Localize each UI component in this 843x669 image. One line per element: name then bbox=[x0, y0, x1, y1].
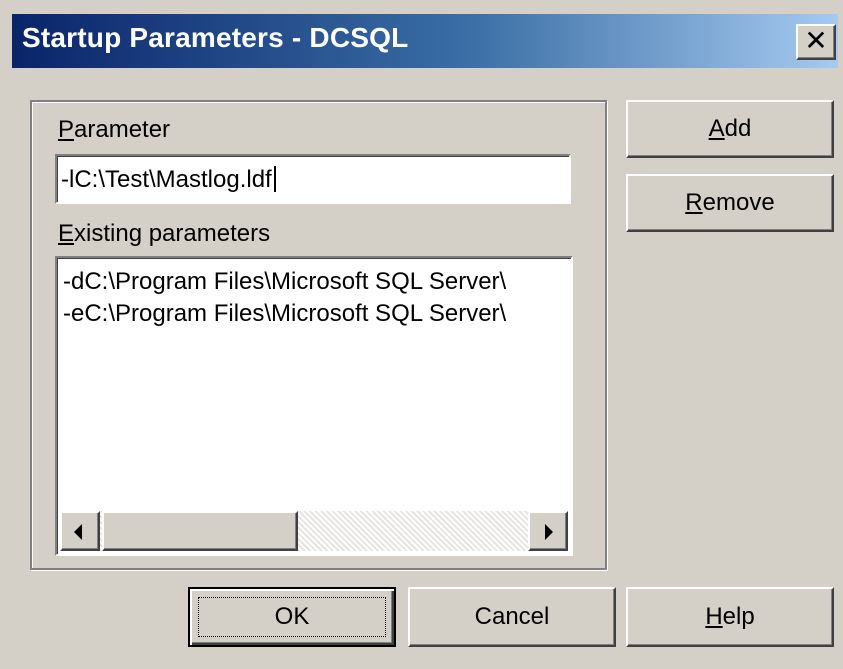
startup-parameters-dialog: Startup Parameters - DCSQL ✕ Parameter -… bbox=[0, 0, 843, 669]
existing-parameters-label: Existing parameters bbox=[58, 220, 270, 248]
existing-parameters-list[interactable]: -dC:\Program Files\Microsoft SQL Server\… bbox=[55, 256, 573, 556]
add-button-mnemonic: A bbox=[708, 115, 725, 142]
arrow-right-icon bbox=[545, 524, 553, 540]
parameter-label-mnemonic: P bbox=[58, 116, 75, 143]
add-button[interactable]: Add bbox=[626, 100, 834, 158]
parameter-input[interactable]: -lC:\Test\Mastlog.ldf bbox=[55, 154, 571, 204]
remove-button-mnemonic: R bbox=[685, 189, 703, 216]
cancel-button-label: Cancel bbox=[474, 603, 550, 630]
close-button[interactable]: ✕ bbox=[796, 24, 836, 60]
ok-button-label: OK bbox=[274, 603, 310, 630]
scroll-right-button[interactable] bbox=[528, 511, 568, 551]
scrollbar-thumb[interactable] bbox=[102, 511, 298, 551]
remove-button-rest: emove bbox=[702, 189, 775, 216]
existing-label-mnemonic: E bbox=[58, 220, 75, 247]
help-button-rest: elp bbox=[722, 603, 755, 630]
horizontal-scrollbar[interactable] bbox=[60, 511, 568, 551]
help-button-mnemonic: H bbox=[705, 603, 723, 630]
add-button-rest: dd bbox=[724, 115, 752, 142]
parameter-label-rest: arameter bbox=[74, 116, 171, 143]
cancel-button[interactable]: Cancel bbox=[408, 587, 616, 647]
scroll-left-button[interactable] bbox=[60, 511, 100, 551]
help-button[interactable]: Help bbox=[626, 587, 834, 647]
remove-button[interactable]: Remove bbox=[626, 174, 834, 232]
parameter-input-value: -lC:\Test\Mastlog.ldf bbox=[61, 166, 272, 193]
window-title: Startup Parameters - DCSQL bbox=[22, 22, 409, 53]
text-caret bbox=[273, 166, 276, 192]
list-item[interactable]: -eC:\Program Files\Microsoft SQL Server\ bbox=[63, 300, 506, 328]
title-bar[interactable]: Startup Parameters - DCSQL ✕ bbox=[12, 14, 838, 68]
parameter-label: Parameter bbox=[58, 116, 170, 144]
list-item[interactable]: -dC:\Program Files\Microsoft SQL Server\ bbox=[63, 268, 506, 296]
ok-button[interactable]: OK bbox=[188, 587, 396, 647]
arrow-left-icon bbox=[74, 524, 82, 540]
close-icon: ✕ bbox=[804, 24, 828, 57]
existing-label-rest: xisting parameters bbox=[74, 220, 271, 247]
